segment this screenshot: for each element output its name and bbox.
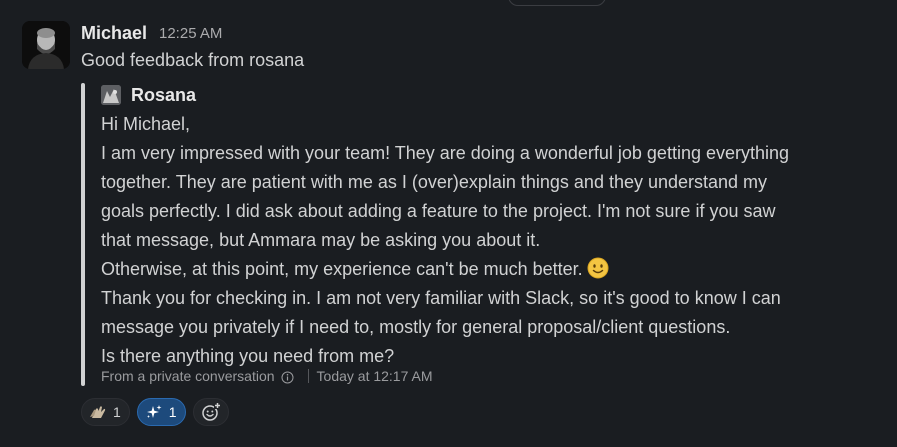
reactions-bar: 1 1 — [81, 398, 229, 426]
quoted-line-with-emoji: Otherwise, at this point, my experience … — [101, 255, 871, 284]
reaction-sparkles[interactable]: 1 — [136, 398, 186, 426]
jump-to-date-pill[interactable] — [508, 0, 606, 6]
reaction-count: 1 — [168, 404, 177, 420]
quote-source-time-link[interactable]: Today at 12:17 AM — [317, 367, 433, 385]
quoted-line-text: Otherwise, at this point, my experience … — [101, 259, 583, 279]
quoted-line: message you privately if I need to, most… — [101, 317, 731, 337]
reaction-count: 1 — [113, 404, 121, 420]
quoted-line: Hi Michael, — [101, 114, 191, 134]
add-emoji-icon — [201, 402, 221, 421]
quote-footer: From a private conversation Today at 12:… — [101, 367, 433, 385]
quoted-line: together. They are patient with me as I … — [101, 172, 768, 192]
quoted-author-name[interactable]: Rosana — [131, 84, 196, 106]
add-reaction-button[interactable] — [192, 398, 229, 426]
info-icon[interactable] — [281, 370, 294, 383]
sparkles-icon — [146, 405, 162, 418]
quoted-line: Thank you for checking in. I am not very… — [101, 288, 781, 308]
quoted-author-avatar — [101, 85, 121, 105]
quoted-line: goals perfectly. I did ask about adding … — [101, 201, 776, 221]
footer-divider — [307, 369, 309, 383]
message-text: Good feedback from rosana — [81, 50, 305, 70]
slightly-smiling-face-icon — [587, 257, 609, 279]
quoted-message-body: Hi Michael, I am very impressed with you… — [101, 110, 871, 371]
reaction-clap[interactable]: 1 — [81, 398, 130, 426]
quote-source-link[interactable]: From a private conversation — [101, 367, 275, 385]
quoted-line: that message, but Ammara may be asking y… — [101, 230, 541, 250]
clapping-hands-icon — [90, 406, 106, 418]
quoted-line: I am very impressed with your team! They… — [101, 143, 790, 163]
message-timestamp[interactable]: 12:25 AM — [159, 25, 222, 43]
sender-name[interactable]: Michael — [81, 22, 147, 44]
quote-bar — [81, 83, 85, 386]
sender-avatar[interactable] — [22, 21, 70, 69]
